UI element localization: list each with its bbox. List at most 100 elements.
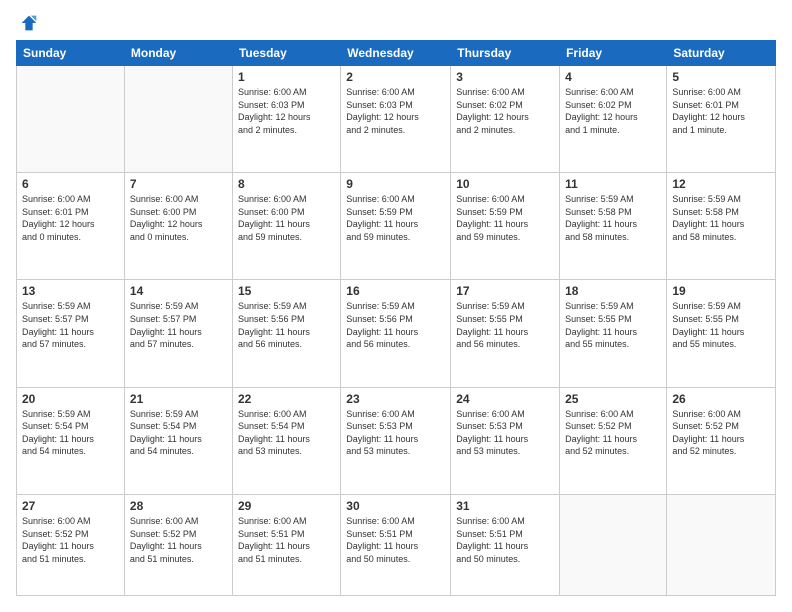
day-info: Sunrise: 5:59 AM Sunset: 5:58 PM Dayligh… bbox=[565, 193, 661, 243]
calendar-week-2: 13 Sunrise: 5:59 AM Sunset: 5:57 PM Dayli… bbox=[17, 280, 776, 387]
day-number: 27 bbox=[22, 499, 119, 513]
calendar-week-4: 27 Sunrise: 6:00 AM Sunset: 5:52 PM Dayli… bbox=[17, 494, 776, 595]
calendar-cell: 28 Sunrise: 6:00 AM Sunset: 5:52 PM Dayli… bbox=[124, 494, 232, 595]
calendar-cell: 29 Sunrise: 6:00 AM Sunset: 5:51 PM Dayli… bbox=[232, 494, 340, 595]
day-info: Sunrise: 6:00 AM Sunset: 6:03 PM Dayligh… bbox=[238, 86, 335, 136]
day-info: Sunrise: 5:59 AM Sunset: 5:55 PM Dayligh… bbox=[565, 300, 661, 350]
calendar-week-1: 6 Sunrise: 6:00 AM Sunset: 6:01 PM Daylig… bbox=[17, 173, 776, 280]
calendar-cell: 12 Sunrise: 5:59 AM Sunset: 5:58 PM Dayli… bbox=[667, 173, 776, 280]
weekday-header-row: SundayMondayTuesdayWednesdayThursdayFrid… bbox=[17, 41, 776, 66]
calendar-table: SundayMondayTuesdayWednesdayThursdayFrid… bbox=[16, 40, 776, 596]
day-info: Sunrise: 5:59 AM Sunset: 5:54 PM Dayligh… bbox=[130, 408, 227, 458]
logo bbox=[16, 16, 40, 30]
day-number: 2 bbox=[346, 70, 445, 84]
day-info: Sunrise: 6:00 AM Sunset: 6:02 PM Dayligh… bbox=[565, 86, 661, 136]
calendar-cell: 6 Sunrise: 6:00 AM Sunset: 6:01 PM Daylig… bbox=[17, 173, 125, 280]
calendar-cell bbox=[124, 66, 232, 173]
day-info: Sunrise: 6:00 AM Sunset: 5:54 PM Dayligh… bbox=[238, 408, 335, 458]
day-number: 6 bbox=[22, 177, 119, 191]
day-number: 5 bbox=[672, 70, 770, 84]
day-info: Sunrise: 6:00 AM Sunset: 5:51 PM Dayligh… bbox=[346, 515, 445, 565]
day-number: 13 bbox=[22, 284, 119, 298]
day-info: Sunrise: 6:00 AM Sunset: 6:01 PM Dayligh… bbox=[22, 193, 119, 243]
day-number: 15 bbox=[238, 284, 335, 298]
day-number: 30 bbox=[346, 499, 445, 513]
calendar-cell: 3Sunrise: 6:00 AM Sunset: 6:02 PM Daylig… bbox=[451, 66, 560, 173]
day-number: 29 bbox=[238, 499, 335, 513]
calendar-cell: 2 Sunrise: 6:00 AM Sunset: 6:03 PM Daylig… bbox=[341, 66, 451, 173]
calendar-cell: 21 Sunrise: 5:59 AM Sunset: 5:54 PM Dayli… bbox=[124, 387, 232, 494]
day-info: Sunrise: 6:00 AM Sunset: 5:59 PM Dayligh… bbox=[456, 193, 554, 243]
day-info: Sunrise: 5:59 AM Sunset: 5:56 PM Dayligh… bbox=[238, 300, 335, 350]
calendar-cell: 26 Sunrise: 6:00 AM Sunset: 5:52 PM Dayli… bbox=[667, 387, 776, 494]
day-info: Sunrise: 6:00 AM Sunset: 5:52 PM Dayligh… bbox=[130, 515, 227, 565]
day-number: 1 bbox=[238, 70, 335, 84]
logo-icon bbox=[18, 12, 40, 34]
calendar-cell: 1 Sunrise: 6:00 AM Sunset: 6:03 PM Daylig… bbox=[232, 66, 340, 173]
calendar-cell bbox=[560, 494, 667, 595]
day-number: 24 bbox=[456, 392, 554, 406]
weekday-header-saturday: Saturday bbox=[667, 41, 776, 66]
day-number: 14 bbox=[130, 284, 227, 298]
day-number: 8 bbox=[238, 177, 335, 191]
calendar-cell: 4Sunrise: 6:00 AM Sunset: 6:02 PM Daylig… bbox=[560, 66, 667, 173]
calendar-cell: 14 Sunrise: 5:59 AM Sunset: 5:57 PM Dayli… bbox=[124, 280, 232, 387]
day-info: Sunrise: 5:59 AM Sunset: 5:56 PM Dayligh… bbox=[346, 300, 445, 350]
day-number: 31 bbox=[456, 499, 554, 513]
day-number: 22 bbox=[238, 392, 335, 406]
day-info: Sunrise: 6:00 AM Sunset: 6:00 PM Dayligh… bbox=[238, 193, 335, 243]
weekday-header-wednesday: Wednesday bbox=[341, 41, 451, 66]
day-number: 26 bbox=[672, 392, 770, 406]
day-info: Sunrise: 6:00 AM Sunset: 5:51 PM Dayligh… bbox=[456, 515, 554, 565]
day-info: Sunrise: 5:59 AM Sunset: 5:57 PM Dayligh… bbox=[130, 300, 227, 350]
calendar-cell: 18 Sunrise: 5:59 AM Sunset: 5:55 PM Dayli… bbox=[560, 280, 667, 387]
day-number: 28 bbox=[130, 499, 227, 513]
day-info: Sunrise: 5:59 AM Sunset: 5:55 PM Dayligh… bbox=[456, 300, 554, 350]
day-number: 18 bbox=[565, 284, 661, 298]
day-number: 12 bbox=[672, 177, 770, 191]
day-info: Sunrise: 5:59 AM Sunset: 5:54 PM Dayligh… bbox=[22, 408, 119, 458]
day-info: Sunrise: 6:00 AM Sunset: 6:01 PM Dayligh… bbox=[672, 86, 770, 136]
calendar-cell: 5 Sunrise: 6:00 AM Sunset: 6:01 PM Daylig… bbox=[667, 66, 776, 173]
day-info: Sunrise: 6:00 AM Sunset: 6:00 PM Dayligh… bbox=[130, 193, 227, 243]
day-number: 25 bbox=[565, 392, 661, 406]
calendar-cell: 25 Sunrise: 6:00 AM Sunset: 5:52 PM Dayli… bbox=[560, 387, 667, 494]
calendar-cell: 19Sunrise: 5:59 AM Sunset: 5:55 PM Dayli… bbox=[667, 280, 776, 387]
day-number: 17 bbox=[456, 284, 554, 298]
day-number: 11 bbox=[565, 177, 661, 191]
calendar-cell bbox=[17, 66, 125, 173]
weekday-header-thursday: Thursday bbox=[451, 41, 560, 66]
header bbox=[16, 16, 776, 30]
day-info: Sunrise: 6:00 AM Sunset: 5:52 PM Dayligh… bbox=[565, 408, 661, 458]
calendar-cell: 9 Sunrise: 6:00 AM Sunset: 5:59 PM Daylig… bbox=[341, 173, 451, 280]
day-number: 23 bbox=[346, 392, 445, 406]
day-info: Sunrise: 6:00 AM Sunset: 5:59 PM Dayligh… bbox=[346, 193, 445, 243]
calendar-cell: 23 Sunrise: 6:00 AM Sunset: 5:53 PM Dayli… bbox=[341, 387, 451, 494]
page: SundayMondayTuesdayWednesdayThursdayFrid… bbox=[0, 0, 792, 612]
day-number: 9 bbox=[346, 177, 445, 191]
weekday-header-tuesday: Tuesday bbox=[232, 41, 340, 66]
day-info: Sunrise: 6:00 AM Sunset: 5:52 PM Dayligh… bbox=[22, 515, 119, 565]
day-number: 21 bbox=[130, 392, 227, 406]
calendar-cell: 31 Sunrise: 6:00 AM Sunset: 5:51 PM Dayli… bbox=[451, 494, 560, 595]
day-info: Sunrise: 6:00 AM Sunset: 5:52 PM Dayligh… bbox=[672, 408, 770, 458]
day-info: Sunrise: 6:00 AM Sunset: 6:02 PM Dayligh… bbox=[456, 86, 554, 136]
day-number: 20 bbox=[22, 392, 119, 406]
day-info: Sunrise: 6:00 AM Sunset: 5:51 PM Dayligh… bbox=[238, 515, 335, 565]
calendar-week-3: 20 Sunrise: 5:59 AM Sunset: 5:54 PM Dayli… bbox=[17, 387, 776, 494]
weekday-header-monday: Monday bbox=[124, 41, 232, 66]
day-number: 16 bbox=[346, 284, 445, 298]
weekday-header-sunday: Sunday bbox=[17, 41, 125, 66]
day-number: 7 bbox=[130, 177, 227, 191]
calendar-cell: 24Sunrise: 6:00 AM Sunset: 5:53 PM Dayli… bbox=[451, 387, 560, 494]
calendar-cell: 8 Sunrise: 6:00 AM Sunset: 6:00 PM Daylig… bbox=[232, 173, 340, 280]
weekday-header-friday: Friday bbox=[560, 41, 667, 66]
day-info: Sunrise: 5:59 AM Sunset: 5:58 PM Dayligh… bbox=[672, 193, 770, 243]
calendar-cell bbox=[667, 494, 776, 595]
day-info: Sunrise: 6:00 AM Sunset: 5:53 PM Dayligh… bbox=[346, 408, 445, 458]
day-info: Sunrise: 6:00 AM Sunset: 6:03 PM Dayligh… bbox=[346, 86, 445, 136]
calendar-cell: 20 Sunrise: 5:59 AM Sunset: 5:54 PM Dayli… bbox=[17, 387, 125, 494]
calendar-cell: 10Sunrise: 6:00 AM Sunset: 5:59 PM Dayli… bbox=[451, 173, 560, 280]
calendar-cell: 17 Sunrise: 5:59 AM Sunset: 5:55 PM Dayli… bbox=[451, 280, 560, 387]
day-info: Sunrise: 5:59 AM Sunset: 5:57 PM Dayligh… bbox=[22, 300, 119, 350]
